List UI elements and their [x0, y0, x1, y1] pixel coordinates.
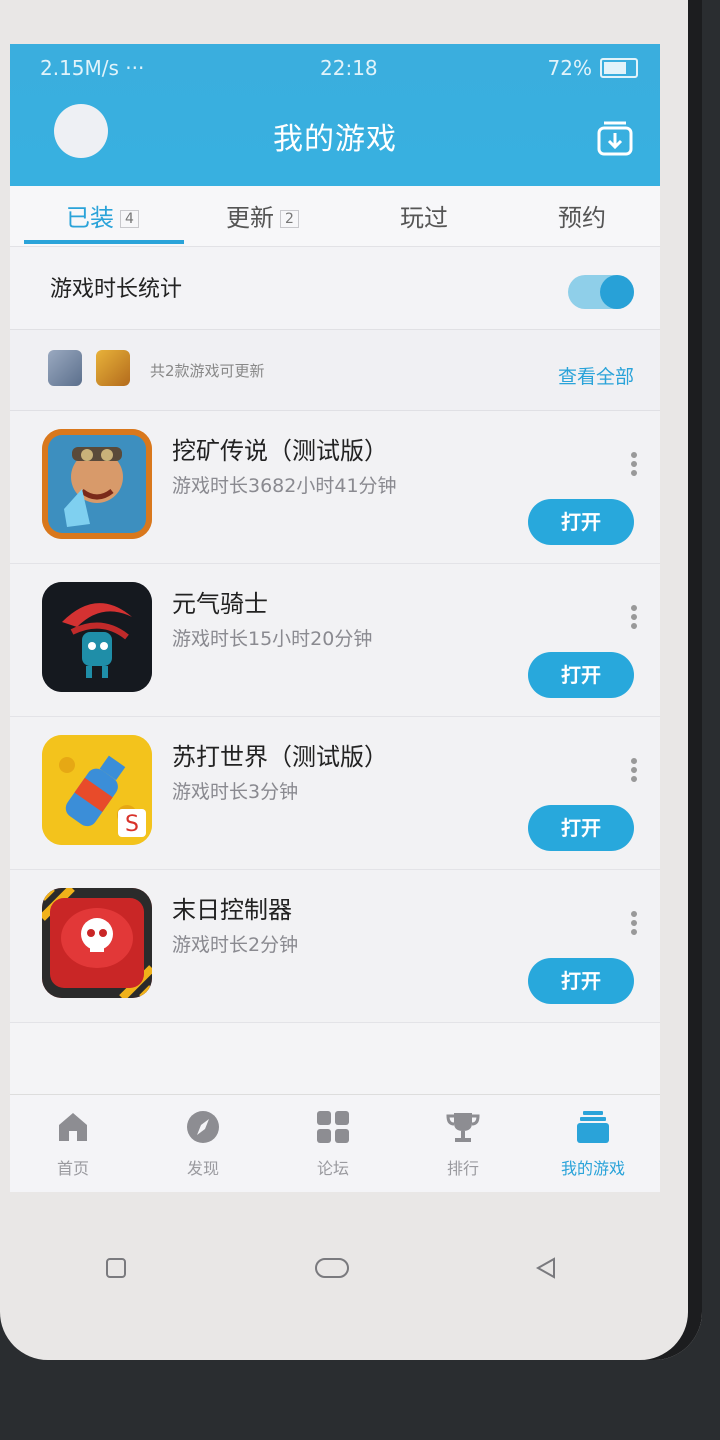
- tab-label: 预约: [558, 204, 606, 232]
- trophy-icon: [446, 1113, 480, 1142]
- app-header: 2.15M/s ··· 22:18 72% 我的游戏: [10, 44, 660, 186]
- compass-icon: [187, 1111, 219, 1143]
- battery-icon: [600, 58, 638, 78]
- tab-bar: 已装 4 更新 2 玩过 预约: [10, 186, 660, 247]
- playtime-stats-toggle[interactable]: [568, 275, 634, 309]
- open-game-button[interactable]: 打开: [528, 958, 634, 1004]
- more-options-icon[interactable]: [630, 451, 638, 477]
- screen: 2.15M/s ··· 22:18 72% 我的游戏 已装 4 更新 2 玩过 …: [10, 44, 660, 1192]
- more-options-icon[interactable]: [630, 604, 638, 630]
- open-game-button[interactable]: 打开: [528, 499, 634, 545]
- home-icon: [59, 1113, 87, 1141]
- svg-text:S: S: [125, 812, 139, 837]
- game-list-item[interactable]: 元气骑士 游戏时长15小时20分钟 打开: [10, 564, 660, 717]
- tab-played[interactable]: 玩过: [400, 198, 448, 233]
- back-button-icon[interactable]: [534, 1256, 558, 1280]
- tab-label: 玩过: [400, 204, 448, 232]
- game-playtime: 游戏时长2分钟: [172, 934, 299, 956]
- game-name: 末日控制器: [172, 896, 292, 924]
- my-games-icon: [577, 1111, 609, 1143]
- more-options-icon[interactable]: [630, 910, 638, 936]
- status-bar: 2.15M/s ··· 22:18 72%: [10, 54, 660, 84]
- tab-indicator: [24, 240, 184, 244]
- game-list-item[interactable]: 挖矿传说（测试版） 游戏时长3682小时41分钟 打开: [10, 411, 660, 564]
- download-manager-icon[interactable]: [596, 120, 634, 158]
- game-playtime: 游戏时长15小时20分钟: [172, 628, 373, 650]
- game-name: 苏打世界（测试版）: [172, 743, 388, 771]
- bottom-navigation: 首页 发现 论坛 排行 我的游戏: [10, 1094, 660, 1192]
- playtime-stats-label: 游戏时长统计: [50, 277, 183, 302]
- tab-label: 更新: [226, 204, 274, 232]
- home-button-icon[interactable]: [314, 1256, 350, 1280]
- tab-reserved[interactable]: 预约: [558, 198, 606, 233]
- game-playtime: 游戏时长3分钟: [172, 781, 299, 803]
- soul-knight-icon: [42, 582, 152, 692]
- clock: 22:18: [320, 56, 378, 80]
- game-playtime: 游戏时长3682小时41分钟: [172, 475, 397, 497]
- battery-percent: 72%: [547, 56, 592, 80]
- update-game-thumb-2: [96, 350, 130, 386]
- nav-ranking[interactable]: 排行: [408, 1109, 518, 1179]
- nav-discover[interactable]: 发现: [148, 1109, 258, 1179]
- tab-badge: 2: [280, 210, 299, 228]
- nav-label: 首页: [56, 1159, 89, 1178]
- updates-row[interactable]: 共2款游戏可更新 查看全部: [10, 330, 660, 411]
- tab-badge: 4: [120, 210, 139, 228]
- tab-installed[interactable]: 已装 4: [66, 198, 139, 233]
- game-name: 挖矿传说（测试版）: [172, 437, 388, 465]
- nav-my-games[interactable]: 我的游戏: [538, 1109, 648, 1179]
- network-speed: 2.15M/s ···: [40, 56, 145, 80]
- updates-count-text: 共2款游戏可更新: [150, 362, 265, 380]
- view-all-link[interactable]: 查看全部: [558, 362, 634, 389]
- game-list-item[interactable]: S 苏打世界（测试版） 游戏时长3分钟 打开: [10, 717, 660, 870]
- game-list-item[interactable]: 末日控制器 游戏时长2分钟 打开: [10, 870, 660, 1023]
- grid-icon: [317, 1111, 349, 1143]
- nav-forum[interactable]: 论坛: [278, 1109, 388, 1179]
- nav-label: 排行: [446, 1159, 479, 1178]
- open-game-button[interactable]: 打开: [528, 805, 634, 851]
- page-title: 我的游戏: [273, 122, 397, 157]
- nav-label: 我的游戏: [560, 1159, 625, 1178]
- more-options-icon[interactable]: [630, 757, 638, 783]
- game-name: 元气骑士: [172, 590, 268, 618]
- nav-label: 论坛: [316, 1159, 349, 1178]
- nav-label: 发现: [186, 1159, 219, 1178]
- soda-world-icon: S: [42, 735, 152, 845]
- skull-button-icon: [42, 888, 152, 998]
- recent-apps-icon[interactable]: [104, 1256, 128, 1280]
- tab-label: 已装: [66, 204, 114, 232]
- update-game-thumb-1: [48, 350, 82, 386]
- playtime-stats-row: 游戏时长统计: [10, 247, 660, 330]
- phone-frame: 2.15M/s ··· 22:18 72% 我的游戏 已装 4 更新 2 玩过 …: [0, 0, 702, 1360]
- tab-updates[interactable]: 更新 2: [226, 198, 299, 233]
- open-game-button[interactable]: 打开: [528, 652, 634, 698]
- battery-status: 72%: [548, 56, 638, 80]
- miner-game-icon: [42, 429, 152, 539]
- nav-home[interactable]: 首页: [18, 1109, 128, 1179]
